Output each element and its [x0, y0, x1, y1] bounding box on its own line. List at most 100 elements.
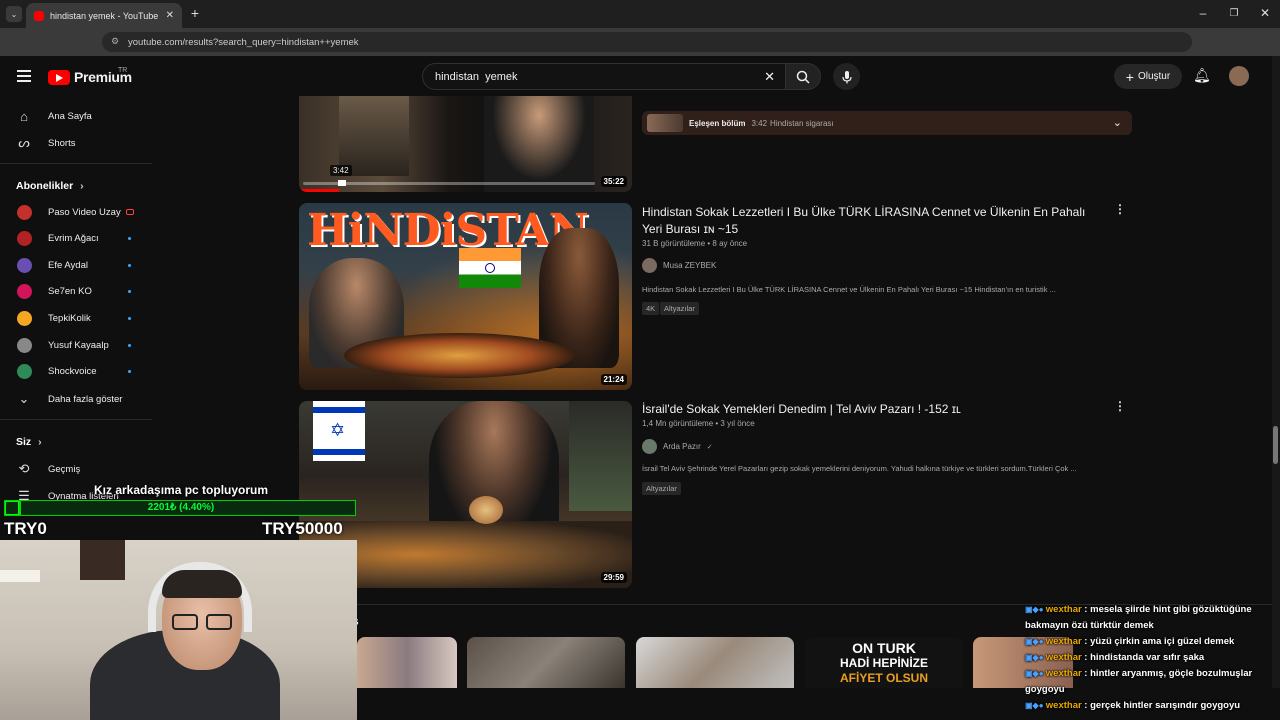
channel-name: TepkiKolik [48, 312, 91, 324]
chat-badges-icon: ▣◆● [1025, 637, 1046, 646]
video-description: İsrail Tel Aviv Şehrinde Yerel Pazarları… [642, 464, 1077, 473]
chat-username: wexthar [1045, 636, 1082, 647]
youtube-premium-logo[interactable]: Premium TR [48, 67, 132, 85]
short-thumbnail[interactable] [467, 637, 625, 688]
close-window-icon[interactable]: ✕ [1258, 6, 1272, 20]
short-thumbnail[interactable] [636, 637, 794, 688]
site-info-icon[interactable]: ⚙ [111, 36, 119, 47]
chat-separator: : [1081, 652, 1091, 663]
sidebar-channel-item[interactable]: Shockvoice [0, 360, 152, 384]
create-label: Oluştur [1137, 71, 1171, 82]
badge-subtitles: Altyazılar [660, 302, 699, 315]
history-icon: ⟲ [18, 461, 30, 476]
chat-username: wexthar [1045, 652, 1082, 663]
sidebar-item-show-more[interactable]: ⌄ Daha fazla göster [0, 387, 152, 411]
hamburger-menu-icon[interactable] [17, 70, 31, 82]
url-bar[interactable]: ⚙ youtube.com/results?search_query=hindi… [102, 32, 1192, 52]
subscriptions-heading[interactable]: Abonelikler › [16, 180, 84, 192]
video-channel[interactable]: Arda Pazır ✓ [642, 439, 713, 454]
shorts-icon: ᔕ [18, 135, 30, 150]
new-content-dot [128, 263, 131, 267]
chat-username: wexthar [1045, 668, 1082, 679]
account-avatar[interactable] [1229, 66, 1249, 86]
clear-search-icon[interactable]: ✕ [764, 69, 775, 85]
thumbnail-person [484, 96, 594, 192]
chevron-down-icon[interactable]: ⌄ [1113, 116, 1122, 129]
video-channel[interactable]: Musa ZEYBEK [642, 258, 716, 273]
goal-progress-bar: 2201₺ (4.40%) [4, 500, 356, 516]
notifications-bell-icon[interactable]: 🔔︎ [1193, 67, 1211, 84]
create-button[interactable]: + Oluştur [1114, 64, 1182, 89]
channel-avatar [17, 257, 32, 273]
channel-name: Se7en KO [48, 286, 92, 298]
chevron-right-icon: › [80, 180, 84, 192]
scrollbar-thumb[interactable] [1273, 426, 1278, 464]
chat-username: wexthar [1045, 700, 1082, 711]
channel-avatar [17, 284, 32, 300]
chapter-thumbnail [647, 114, 683, 132]
minimize-icon[interactable]: – [1196, 6, 1210, 20]
preview-time: 3:42 [330, 165, 352, 176]
video-thumbnail[interactable]: 3:42 35:22 [299, 96, 632, 192]
chat-message: ▣◆● wexthar : hindistanda var sıfır şaka [1025, 650, 1265, 666]
logo-region: TR [118, 67, 128, 74]
chat-separator: : [1081, 700, 1091, 711]
tab-search-icon[interactable]: ⌄ [6, 6, 22, 22]
sidebar-channel-item[interactable]: Yusuf Kayaalp [0, 333, 152, 357]
thumbnail-menu-board [569, 401, 632, 511]
you-heading[interactable]: Siz › [16, 436, 42, 448]
new-tab-icon[interactable]: + [188, 5, 202, 21]
new-content-dot [128, 343, 131, 347]
sidebar-channel-item[interactable]: Se7en KO [0, 280, 152, 304]
sidebar-channel-item[interactable]: TepkiKolik [0, 306, 152, 330]
chevron-right-icon: › [38, 436, 42, 448]
search-input[interactable]: hindistan yemek ✕ [422, 63, 786, 90]
sidebar-channel-item[interactable]: Paso Video Uzay [0, 200, 152, 224]
goal-max-label: TRY50000 [262, 519, 343, 538]
badge-subtitles: Altyazılar [642, 482, 681, 495]
more-options-icon[interactable]: ⋮ [1114, 399, 1126, 413]
chat-badges-icon: ▣◆● [1025, 701, 1046, 710]
youtube-play-logo-icon [48, 69, 70, 85]
matching-chapter-row[interactable]: Eşleşen bölüm 3:42 Hindistan sigarası ⌄ [642, 111, 1132, 135]
sidebar-item-home[interactable]: ⌂ Ana Sayfa [0, 104, 152, 128]
thumbnail-pita [469, 496, 503, 524]
goal-min-label: TRY0 [4, 519, 47, 538]
sidebar-item-history[interactable]: ⟲ Geçmiş [0, 457, 152, 481]
video-meta: 1,4 Mn görüntüleme • 3 yıl önce [642, 419, 755, 428]
video-title[interactable]: Hindistan Sokak Lezzetleri I Bu Ülke TÜR… [642, 204, 1102, 238]
video-duration: 35:22 [600, 176, 627, 187]
chapter-title: Hindistan sigarası [770, 118, 834, 128]
voice-search-button[interactable] [833, 63, 860, 90]
search-button[interactable] [785, 63, 821, 90]
goal-progress-text: 2201₺ (4.40%) [147, 502, 215, 513]
preview-progress-bar[interactable] [303, 182, 595, 185]
chat-text: yüzü çirkin ama içi güzel demek [1090, 636, 1235, 647]
restore-icon[interactable]: ❐ [1227, 6, 1241, 20]
webcam-shelf [0, 570, 40, 582]
chat-text: hindistanda var sıfır şaka [1090, 652, 1205, 663]
close-tab-icon[interactable]: ✕ [166, 10, 174, 21]
video-thumbnail[interactable]: HiNDiSTAN 21:24 [299, 203, 632, 390]
sidebar-channel-item[interactable]: Efe Aydal [0, 253, 152, 277]
channel-name: Evrim Ağacı [48, 233, 99, 245]
youtube-favicon-icon [34, 10, 44, 21]
more-options-icon[interactable]: ⋮ [1114, 202, 1126, 216]
preview-progress-handle[interactable] [338, 180, 346, 186]
channel-name: Paso Video Uzay [48, 206, 121, 218]
page-scrollbar[interactable] [1272, 56, 1280, 688]
browser-tab[interactable]: hindistan yemek - YouTube ✕ [26, 3, 182, 28]
india-flag-icon [459, 248, 521, 288]
short-caption-line: HADİ HEPİNİZE [839, 656, 928, 670]
video-duration: 29:59 [600, 572, 627, 583]
chat-message: ▣◆● wexthar : mesela şiirde hint gibi gö… [1025, 602, 1265, 634]
chapter-time: 3:42 [751, 118, 768, 128]
sidebar-item-shorts[interactable]: ᔕ Shorts [0, 131, 152, 155]
short-caption-line: AFİYET OLSUN [839, 671, 928, 685]
chat-separator: : [1081, 636, 1091, 647]
short-thumbnail[interactable] [357, 637, 457, 688]
channel-avatar [17, 204, 32, 220]
short-thumbnail[interactable]: ON TURK HADİ HEPİNİZE AFİYET OLSUN [805, 637, 963, 688]
video-title[interactable]: İsrail'de Sokak Yemekleri Denedim | Tel … [642, 401, 1102, 418]
sidebar-channel-item[interactable]: Evrim Ağacı [0, 227, 152, 251]
